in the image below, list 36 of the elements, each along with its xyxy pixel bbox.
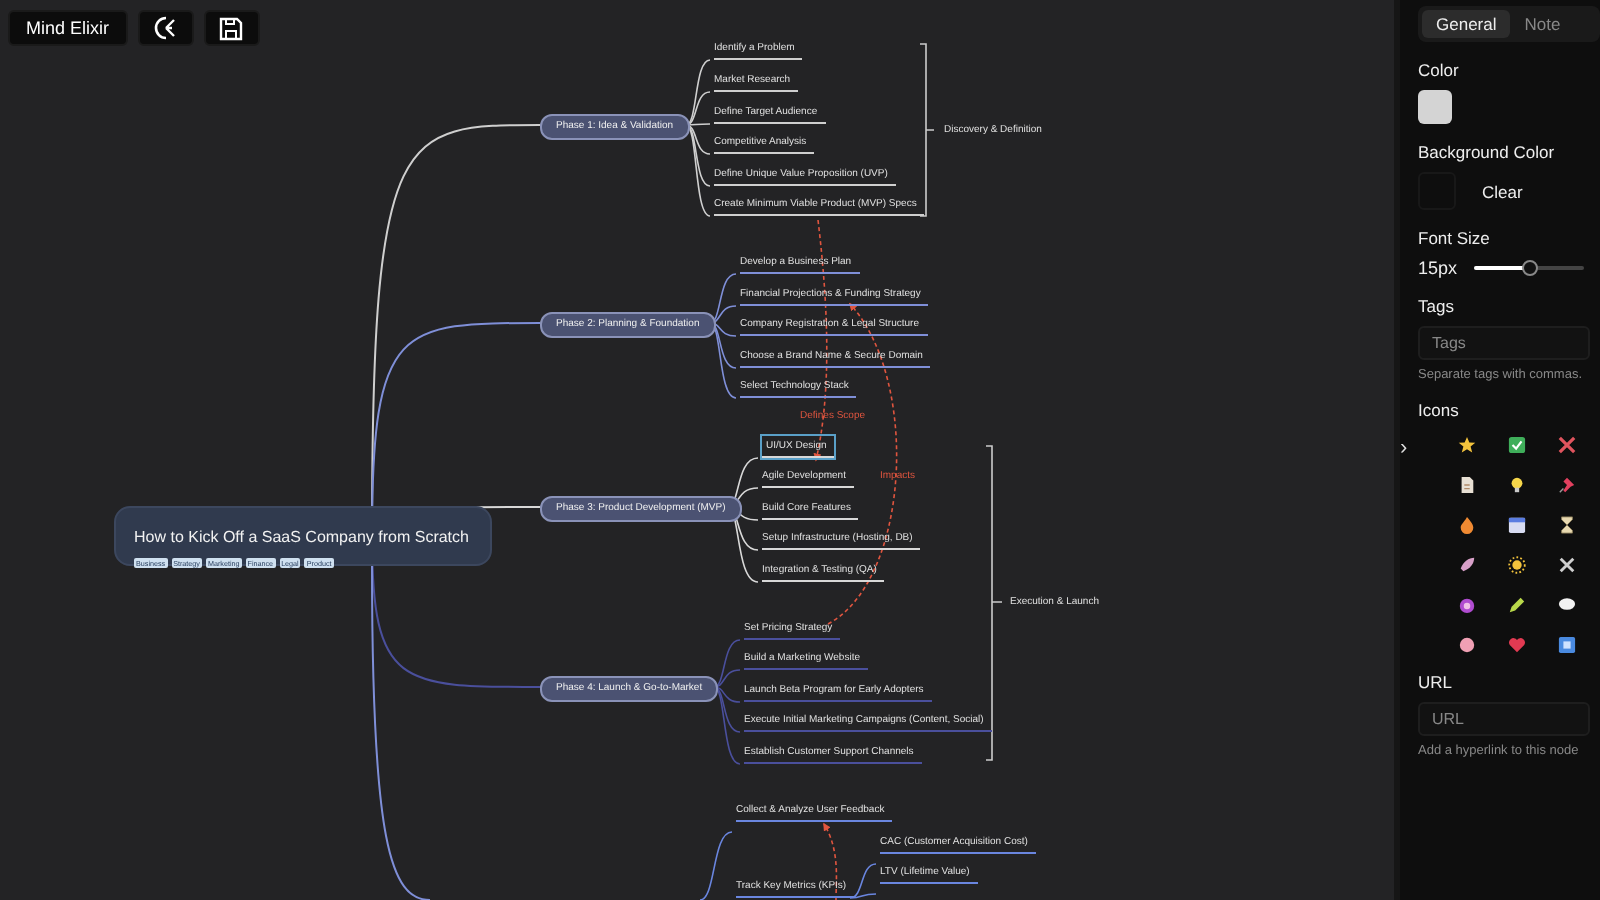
square-tile-icon[interactable] bbox=[1558, 636, 1576, 654]
star-icon[interactable] bbox=[1458, 436, 1476, 454]
tags-field[interactable]: Tags bbox=[1418, 326, 1590, 360]
theme-button[interactable] bbox=[137, 10, 194, 46]
pencil-icon[interactable] bbox=[1508, 596, 1526, 614]
heart-icon[interactable] bbox=[1508, 636, 1526, 654]
background-color-label: Background Color bbox=[1418, 142, 1555, 162]
save-icon bbox=[218, 15, 245, 41]
document-icon[interactable] bbox=[1458, 476, 1476, 494]
tags-label: Tags bbox=[1418, 296, 1454, 316]
tab[interactable]: Note bbox=[1510, 10, 1575, 38]
checkbox-icon[interactable] bbox=[1508, 436, 1526, 454]
font-size-label: Font Size bbox=[1418, 228, 1490, 248]
collapse-arrow[interactable]: › bbox=[1400, 436, 1408, 460]
url-label: URL bbox=[1418, 672, 1453, 692]
clear-button[interactable]: Clear bbox=[1472, 181, 1533, 201]
flame-icon[interactable] bbox=[1458, 516, 1476, 534]
calendar-icon[interactable] bbox=[1508, 516, 1526, 534]
slider-thumb[interactable] bbox=[1522, 260, 1539, 276]
lightbulb-icon[interactable] bbox=[1508, 476, 1526, 494]
theme-icon bbox=[151, 14, 180, 42]
target-icon[interactable] bbox=[1458, 596, 1476, 614]
root-title: How to Kick Off a SaaS Company from Scratch bbox=[134, 526, 469, 548]
color-label: Color bbox=[1418, 60, 1459, 80]
hourglass-icon[interactable] bbox=[1558, 516, 1576, 534]
url-field[interactable]: URL bbox=[1418, 702, 1590, 736]
color-swatch[interactable] bbox=[1418, 90, 1452, 124]
save-button[interactable] bbox=[203, 10, 260, 46]
cross-icon[interactable] bbox=[1558, 436, 1576, 454]
tab[interactable]: General bbox=[1422, 10, 1511, 38]
icons-label: Icons bbox=[1418, 400, 1459, 420]
font-size-value: 15px bbox=[1418, 258, 1458, 278]
connector-line bbox=[849, 863, 877, 899]
connector-line bbox=[699, 831, 733, 900]
sun-icon[interactable] bbox=[1508, 556, 1526, 574]
app-title-button[interactable]: Mind Elixir bbox=[8, 10, 128, 46]
